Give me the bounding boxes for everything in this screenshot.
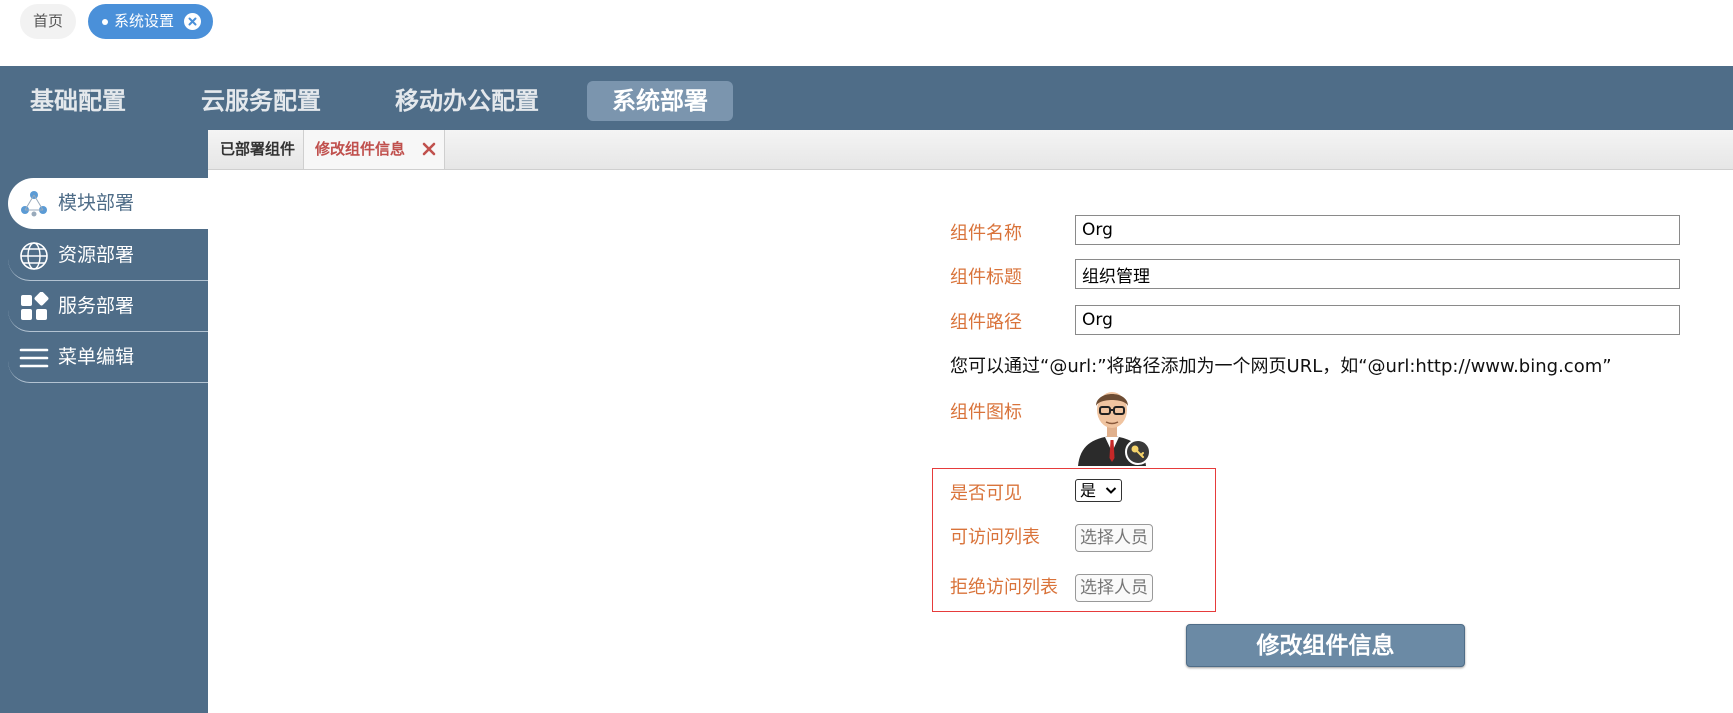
visible-select-value: 是 [1080,481,1097,500]
businessman-avatar-icon[interactable] [1072,382,1152,466]
tab-deployed-components[interactable]: 已部署组件 [208,130,304,169]
tag-bar: 首页 系统设置 [0,0,1733,66]
network-nodes-icon [21,191,47,217]
component-title-input[interactable] [1075,259,1680,289]
close-icon[interactable] [422,142,436,156]
tag-home[interactable]: 首页 [20,4,76,39]
active-dot-icon [102,19,108,25]
chevron-down-icon [1105,487,1117,494]
deny-list-label: 拒绝访问列表 [950,577,1058,598]
tag-system-settings[interactable]: 系统设置 [88,4,213,39]
component-title-label: 组件标题 [950,267,1022,288]
grid-apps-icon [21,292,49,320]
sidebar-item-label: 菜单编辑 [58,346,135,368]
topnav-cloud-service-config[interactable]: 云服务配置 [201,81,321,121]
tag-close-icon[interactable] [184,13,201,30]
sidebar-item-resource-deploy[interactable]: 资源部署 [8,230,208,281]
topnav-mobile-office-config[interactable]: 移动办公配置 [395,81,539,121]
tab-edit-component-label: 修改组件信息 [315,140,406,158]
allow-list-label: 可访问列表 [950,527,1040,548]
topnav-system-deploy[interactable]: 系统部署 [587,81,733,121]
sidebar: 模块部署 资源部署 服务部署 菜单编辑 [0,130,208,713]
component-name-label: 组件名称 [950,223,1022,244]
visible-select[interactable]: 是 [1075,479,1122,502]
globe-icon [20,242,48,270]
deny-list-select-button[interactable]: 选择人员 [1075,574,1153,602]
menu-lines-icon [19,348,49,368]
sidebar-item-label: 模块部署 [58,192,135,214]
allow-list-select-button[interactable]: 选择人员 [1075,524,1153,552]
component-path-input[interactable] [1075,305,1680,335]
content-tab-bar: 已部署组件 修改组件信息 [208,130,1733,170]
sidebar-item-label: 服务部署 [58,295,135,317]
sidebar-item-label: 资源部署 [58,244,135,266]
tag-system-settings-label: 系统设置 [114,12,175,30]
sidebar-item-module-deploy[interactable]: 模块部署 [8,178,208,229]
topnav-basic-config[interactable]: 基础配置 [30,81,126,121]
tab-edit-component[interactable]: 修改组件信息 [304,130,445,169]
component-name-input[interactable] [1075,215,1680,245]
visible-label: 是否可见 [950,483,1022,504]
main-header: 基础配置 云服务配置 移动办公配置 系统部署 [0,66,1733,130]
path-hint-text: 您可以通过“@url:”将路径添加为一个网页URL，如“@url:http://… [950,356,1612,377]
submit-edit-component-button[interactable]: 修改组件信息 [1186,624,1465,667]
component-icon-label: 组件图标 [950,402,1022,423]
sidebar-item-menu-edit[interactable]: 菜单编辑 [8,332,208,383]
sidebar-item-service-deploy[interactable]: 服务部署 [8,281,208,332]
component-path-label: 组件路径 [950,312,1022,333]
